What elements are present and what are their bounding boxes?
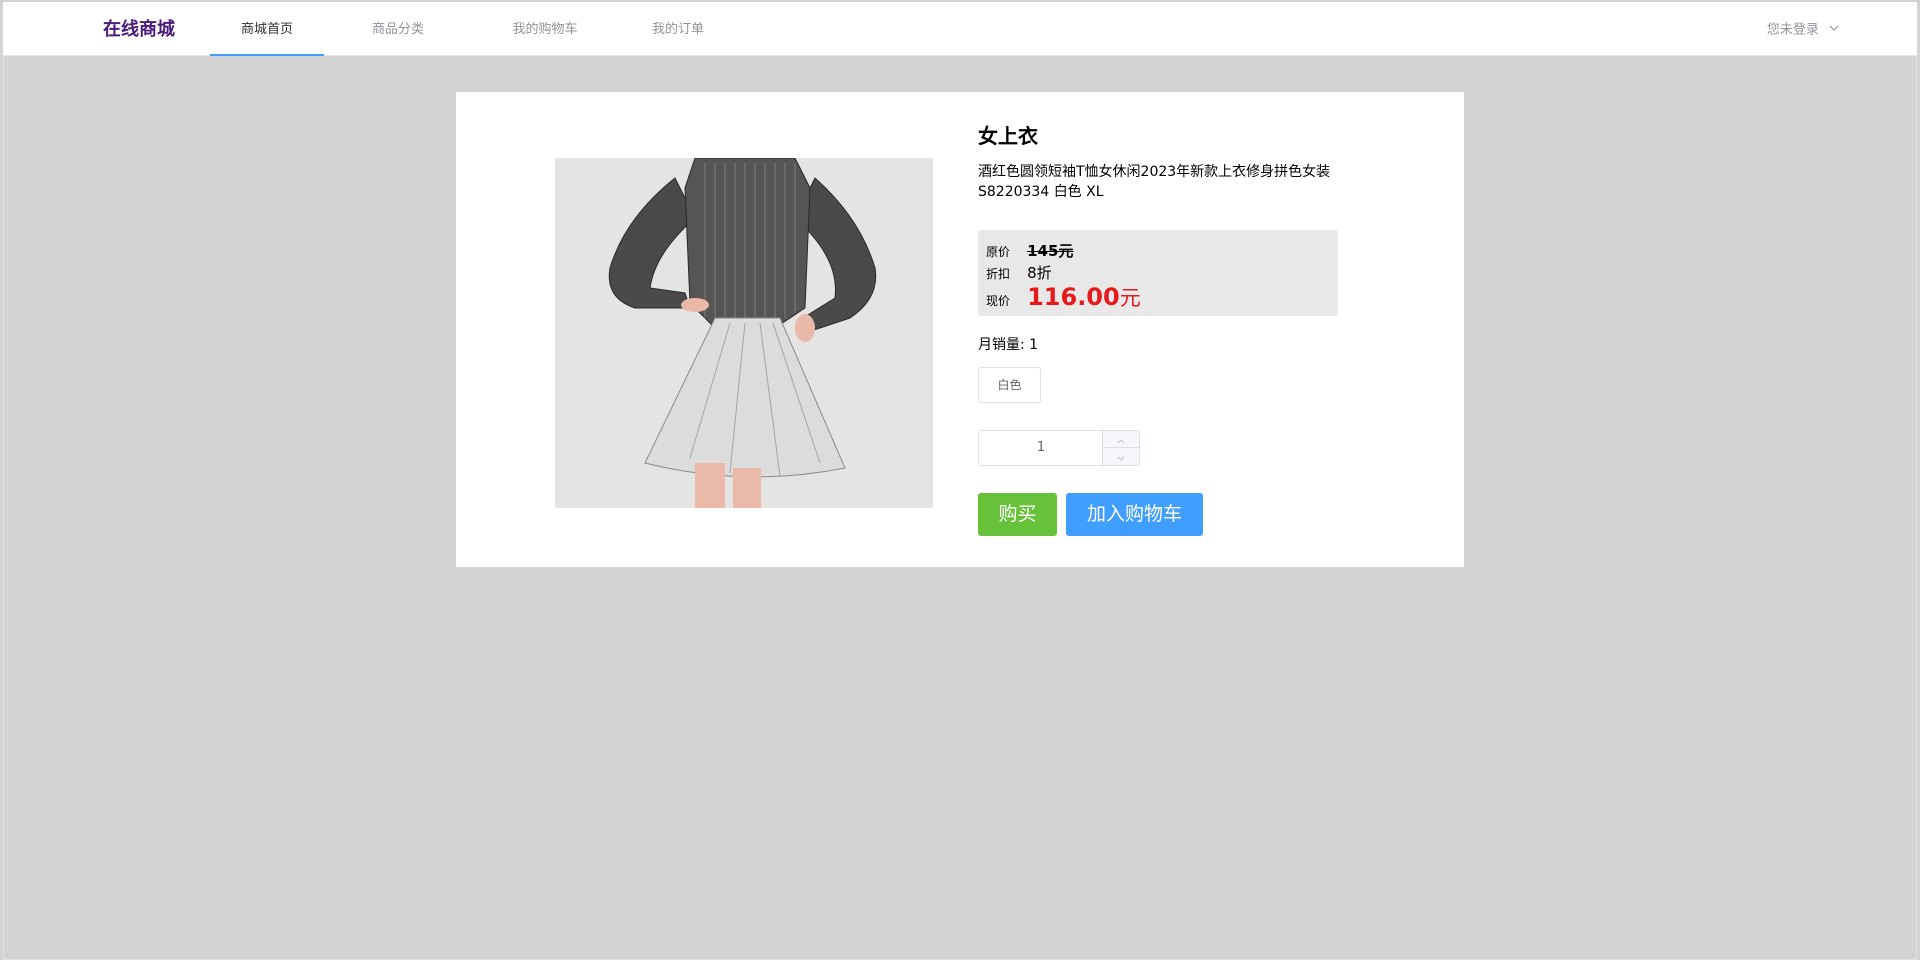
product-description: 酒红色圆领短袖T恤女休闲2023年新款上衣修身拼色女装S8220334 白色 X…: [978, 164, 1331, 200]
monthly-sales-value: 1: [1029, 337, 1039, 353]
user-login-label: 您未登录: [1766, 22, 1819, 38]
original-price: 145元: [1027, 242, 1074, 260]
original-price-label: 原价: [986, 245, 1011, 259]
decrease-button[interactable]: [1103, 448, 1139, 465]
discount-value: 8折: [1027, 264, 1052, 282]
nav-item-cart[interactable]: 我的购物车: [485, 2, 605, 56]
monthly-sales-label: 月销量:: [978, 337, 1025, 353]
user-login-dropdown[interactable]: 您未登录: [1767, 2, 1839, 56]
buy-button[interactable]: 购买: [978, 493, 1057, 536]
discount-row: 折扣 8折: [986, 262, 1052, 282]
add-to-cart-button[interactable]: 加入购物车: [1066, 493, 1203, 536]
price-box: 原价 145元 折扣 8折 现价 116.00元: [978, 230, 1338, 316]
quantity-stepper[interactable]: 1: [978, 430, 1140, 466]
original-price-row: 原价 145元: [986, 240, 1073, 260]
current-price-label: 现价: [986, 294, 1011, 308]
current-price: 116.00: [1027, 283, 1120, 311]
product-title: 女上衣: [978, 124, 1038, 148]
chevron-down-icon: [1117, 456, 1125, 461]
nav-item-home[interactable]: 商城首页: [210, 2, 324, 56]
quantity-input[interactable]: 1: [979, 431, 1103, 465]
monthly-sales: 月销量: 1: [978, 334, 1038, 354]
nav-item-orders[interactable]: 我的订单: [633, 2, 723, 56]
stepper-controls: [1102, 431, 1139, 465]
color-option-white[interactable]: 白色: [978, 367, 1041, 403]
nav-item-categories[interactable]: 商品分类: [353, 2, 443, 56]
chevron-up-icon: [1117, 439, 1125, 444]
brand-logo[interactable]: 在线商城: [103, 2, 175, 56]
product-detail-card: 女上衣 酒红色圆领短袖T恤女休闲2023年新款上衣修身拼色女装S8220334 …: [456, 92, 1464, 567]
top-navbar: 在线商城 商城首页 商品分类 我的购物车 我的订单 您未登录: [3, 2, 1917, 56]
product-image: [555, 158, 933, 508]
chevron-down-icon: [1829, 2, 1839, 58]
increase-button[interactable]: [1103, 431, 1139, 448]
current-price-unit: 元: [1119, 286, 1141, 310]
discount-label: 折扣: [986, 267, 1011, 281]
current-price-row: 现价 116.00元: [986, 282, 1141, 312]
